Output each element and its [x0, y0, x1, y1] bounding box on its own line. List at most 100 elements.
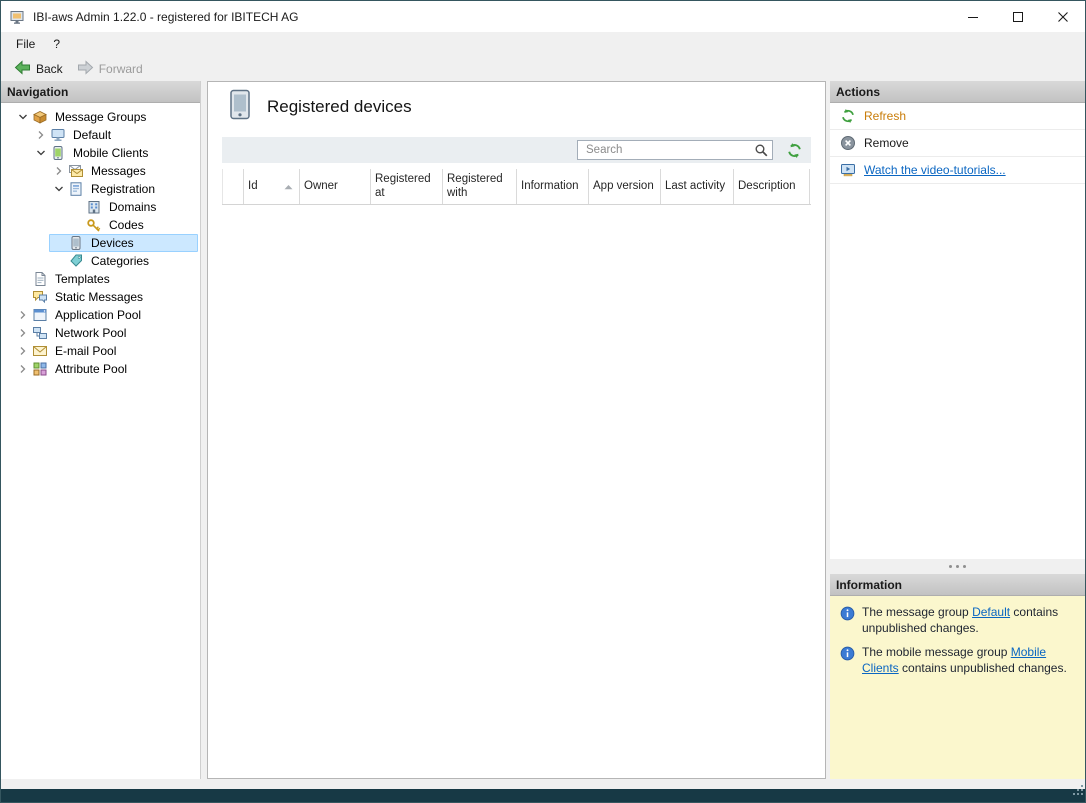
tree-item-message-groups[interactable]: Message Groups [1, 108, 200, 126]
tree-item-registration[interactable]: Registration [1, 180, 200, 198]
column-header-information[interactable]: Information [517, 169, 589, 204]
tree-item-label: Codes [109, 218, 144, 232]
search-input[interactable] [578, 142, 772, 158]
column-header-owner[interactable]: Owner [300, 169, 371, 204]
categories-icon [68, 253, 84, 269]
panel-splitter-handle[interactable] [830, 559, 1085, 574]
mobile-clients-icon [50, 145, 66, 161]
menu-help[interactable]: ? [44, 34, 69, 54]
navigation-tree: Message Groups Default Mobile Clients Me… [1, 103, 200, 779]
column-header-id[interactable]: Id [244, 169, 300, 204]
forward-label: Forward [98, 61, 143, 76]
video-tutorials-action[interactable]: Watch the video-tutorials... [830, 157, 1085, 184]
registered-devices-icon [228, 89, 252, 126]
tree-item-label: Default [73, 128, 112, 142]
tree-item-application-pool[interactable]: Application Pool [1, 306, 200, 324]
refresh-icon[interactable] [786, 142, 803, 159]
computer-icon [50, 127, 66, 143]
app-icon [10, 9, 26, 25]
info-note: The mobile message group Mobile Clients … [840, 645, 1075, 676]
tree-item-devices[interactable]: Devices [1, 234, 200, 252]
back-arrow-icon [14, 59, 31, 78]
tree-item-label: Message Groups [55, 110, 147, 124]
messages-icon [68, 163, 84, 179]
app-window: IBI-aws Admin 1.22.0 - registered for IB… [0, 0, 1086, 803]
static-messages-icon [32, 289, 48, 305]
page-title-row: Registered devices [222, 82, 811, 132]
chevron-collapsed-icon[interactable] [14, 307, 32, 323]
status-bar [1, 785, 1085, 802]
menu-bar: File ? [1, 32, 1085, 56]
chevron-collapsed-icon[interactable] [14, 325, 32, 341]
device-icon [68, 235, 84, 251]
chevron-expanded-icon[interactable] [32, 145, 50, 161]
actions-panel: Actions Refresh Remove Watch the video-t… [830, 81, 1085, 559]
tree-item-label: Mobile Clients [73, 146, 149, 160]
email-pool-icon [32, 343, 48, 359]
column-header-registered-with[interactable]: Registered with [443, 169, 517, 204]
maximize-button[interactable] [995, 1, 1040, 32]
tree-item-label: Devices [91, 236, 134, 250]
chevron-collapsed-icon[interactable] [14, 361, 32, 377]
refresh-icon [840, 108, 856, 124]
remove-action-label: Remove [864, 136, 909, 150]
minimize-button[interactable] [950, 1, 995, 32]
search-icon[interactable] [754, 143, 769, 158]
remove-icon [840, 135, 856, 151]
chevron-expanded-icon[interactable] [50, 181, 68, 197]
tree-item-label: E-mail Pool [55, 344, 117, 358]
chevron-expanded-icon[interactable] [14, 109, 32, 125]
registration-icon [68, 181, 84, 197]
resize-grip[interactable] [1072, 784, 1085, 802]
close-button[interactable] [1040, 1, 1085, 32]
tree-item-label: Application Pool [55, 308, 142, 322]
tree-item-label: Templates [55, 272, 110, 286]
column-header-app-version[interactable]: App version [589, 169, 661, 204]
forward-button[interactable]: Forward [70, 58, 150, 80]
column-header-indicator[interactable] [222, 169, 244, 204]
templates-icon [32, 271, 48, 287]
tree-item-network-pool[interactable]: Network Pool [1, 324, 200, 342]
navigation-toolbar: Back Forward [1, 56, 1085, 81]
remove-action[interactable]: Remove [830, 130, 1085, 157]
tree-item-label: Messages [91, 164, 146, 178]
column-header-last-activity[interactable]: Last activity [661, 169, 734, 204]
page-title: Registered devices [267, 97, 412, 116]
tree-item-label: Domains [109, 200, 157, 214]
chevron-collapsed-icon[interactable] [50, 163, 68, 179]
chevron-collapsed-icon[interactable] [32, 127, 50, 143]
navigation-panel: Navigation Message Groups Default Mobile… [1, 81, 201, 779]
tree-item-default[interactable]: Default [1, 126, 200, 144]
right-panel: Actions Refresh Remove Watch the video-t… [830, 81, 1085, 779]
tree-item-domains[interactable]: Domains [1, 198, 200, 216]
domains-icon [86, 199, 102, 215]
back-button[interactable]: Back [7, 58, 70, 80]
tree-item-codes[interactable]: Codes [1, 216, 200, 234]
attribute-pool-icon [32, 361, 48, 377]
tree-item-messages[interactable]: Messages [1, 162, 200, 180]
tree-item-mobile-clients[interactable]: Mobile Clients [1, 144, 200, 162]
info-note-text: The message group Default contains unpub… [862, 605, 1059, 635]
tree-item-templates[interactable]: Templates [1, 270, 200, 288]
main-area: Navigation Message Groups Default Mobile… [1, 81, 1085, 789]
actions-list: Refresh Remove Watch the video-tutorials… [830, 103, 1085, 559]
devices-table-body[interactable] [222, 205, 811, 778]
info-note-text: The mobile message group Mobile Clients … [862, 645, 1067, 675]
info-note: The message group Default contains unpub… [840, 605, 1075, 636]
tree-item-attribute-pool[interactable]: Attribute Pool [1, 360, 200, 378]
refresh-action-label: Refresh [864, 109, 907, 123]
video-icon [840, 162, 856, 178]
navigation-panel-header: Navigation [1, 81, 200, 103]
window-title: IBI-aws Admin 1.22.0 - registered for IB… [33, 9, 299, 24]
menu-file[interactable]: File [7, 34, 44, 54]
refresh-action[interactable]: Refresh [830, 103, 1085, 130]
tree-item-categories[interactable]: Categories [1, 252, 200, 270]
column-header-registered-at[interactable]: Registered at [371, 169, 443, 204]
network-pool-icon [32, 325, 48, 341]
tree-item-email-pool[interactable]: E-mail Pool [1, 342, 200, 360]
column-header-description[interactable]: Description [734, 169, 810, 204]
default-group-link[interactable]: Default [972, 605, 1010, 619]
info-icon [840, 646, 855, 661]
tree-item-static-messages[interactable]: Static Messages [1, 288, 200, 306]
chevron-collapsed-icon[interactable] [14, 343, 32, 359]
